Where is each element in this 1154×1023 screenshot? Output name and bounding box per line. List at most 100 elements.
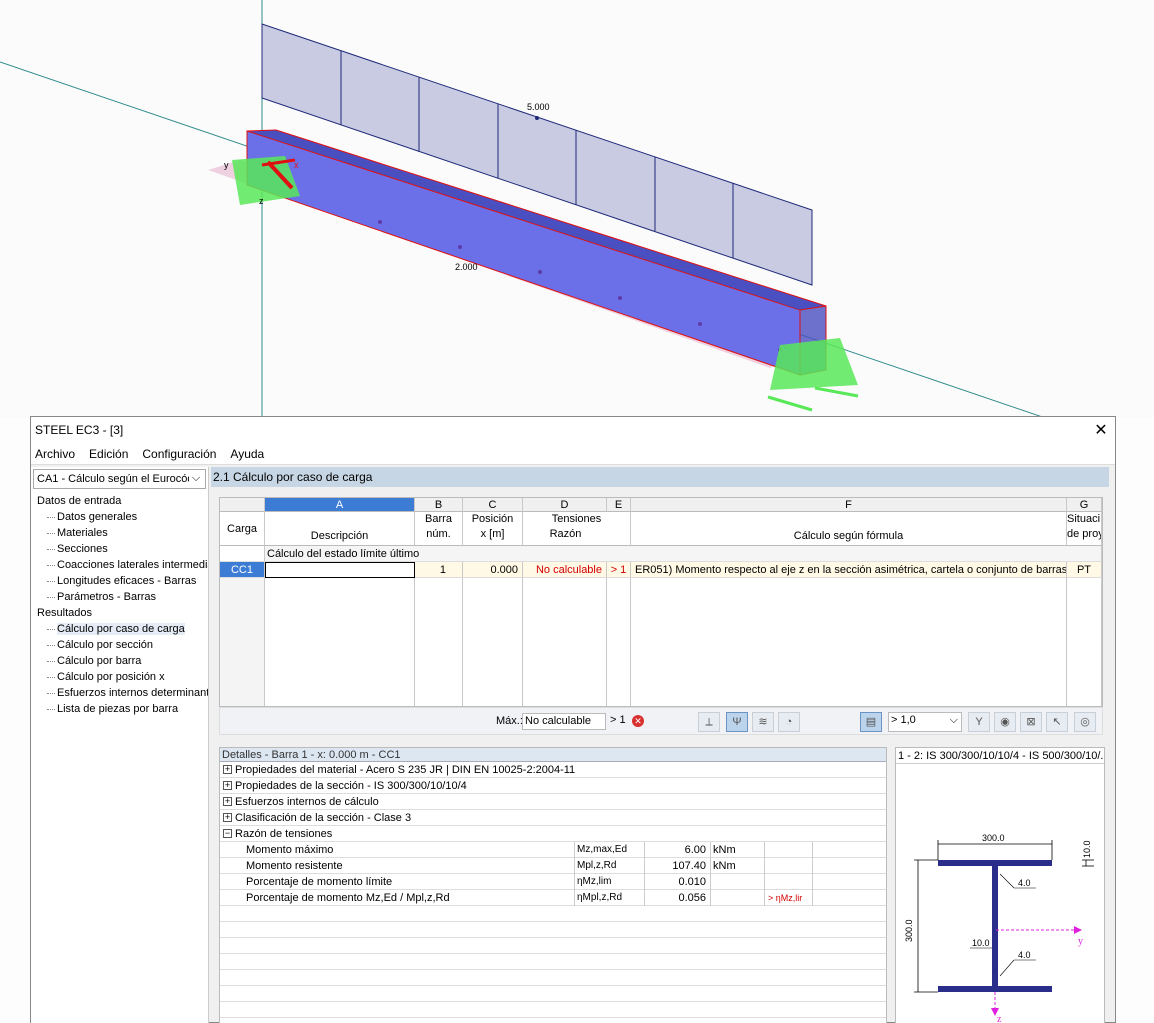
max-flag: > 1 [610, 714, 626, 726]
pointer-icon[interactable]: ↖ [1046, 712, 1068, 732]
expand-icon[interactable]: + [223, 781, 232, 790]
empty-area [265, 578, 415, 706]
row-e-flag[interactable]: > 1 [607, 562, 631, 578]
max-label: Máx.: [496, 715, 523, 727]
col-header-carga: Carga [220, 512, 265, 546]
filter-gt1-icon[interactable]: Y [968, 712, 990, 732]
details-empty-row [220, 938, 886, 954]
design-case-select[interactable]: CA1 - Cálculo según el Eurocódi ⌵ [33, 469, 206, 489]
window-title: STEEL EC3 - [3] [35, 423, 124, 437]
col-header-barra: Barra núm. [415, 512, 463, 546]
tree-item-caso-de-carga[interactable]: Cálculo por caso de carga [35, 621, 208, 637]
tree-item-coacciones[interactable]: Coacciones laterales intermedia [35, 557, 208, 573]
empty-area [631, 578, 1067, 706]
row-situacion[interactable]: PT [1067, 562, 1102, 578]
dim-web: 10.0 [972, 938, 990, 948]
tree-item-por-seccion[interactable]: Cálculo por sección [35, 637, 208, 653]
chart-icon[interactable]: ▤ [860, 712, 882, 732]
details-row: Momento resistente Mpl,z,Rd 107.40 kNm [220, 858, 886, 874]
member-icon[interactable]: ≋ [752, 712, 774, 732]
eye-icon[interactable]: ◎ [1074, 712, 1096, 732]
empty-area [1067, 578, 1102, 706]
details-group-material[interactable]: + Propiedades del material - Acero S 235 … [220, 762, 886, 778]
collapse-icon[interactable]: − [223, 829, 232, 838]
close-icon[interactable]: ✕ [1087, 420, 1115, 440]
expand-icon[interactable]: + [223, 797, 232, 806]
tree-item-datos-generales[interactable]: Datos generales [35, 509, 208, 525]
section-title: 2.1 Cálculo por caso de carga [211, 467, 1109, 487]
excel-export-icon[interactable]: ⊠ [1020, 712, 1042, 732]
menu-edicion[interactable]: Edición [89, 447, 128, 461]
tree-item-esfuerzos[interactable]: Esfuerzos internos determinant [35, 685, 208, 701]
dim-width-top: 300.0 [982, 833, 1005, 843]
details-empty-row [220, 1002, 886, 1018]
section-icon[interactable]: ⟂ [698, 712, 720, 732]
details-row: Porcentaje de momento límite ηMz,lim 0.0… [220, 874, 886, 890]
tree-item-secciones[interactable]: Secciones [35, 541, 208, 557]
content-panel: 2.1 Cálculo por caso de carga A B C D E … [211, 467, 1115, 1023]
col-letter-g[interactable]: G [1067, 498, 1102, 512]
row-barra[interactable]: 1 [415, 562, 463, 578]
tree-item-por-posicion[interactable]: Cálculo por posición x [35, 669, 208, 685]
chevron-down-icon: ⌵ [949, 714, 958, 726]
details-group-seccion[interactable]: + Propiedades de la sección - IS 300/300/… [220, 778, 886, 794]
tree-item-parametros[interactable]: Parámetros - Barras [35, 589, 208, 605]
section-axis-y: y [1078, 936, 1083, 947]
expand-icon[interactable]: + [223, 765, 232, 774]
details-group-esfuerzos[interactable]: + Esfuerzos internos de cálculo [220, 794, 886, 810]
error-icon: ✕ [632, 715, 644, 727]
3d-viewport[interactable]: 5.000 2.000 x y z [0, 0, 1154, 418]
load-value-bottom: 2.000 [455, 262, 478, 272]
col-letter-c[interactable]: C [463, 498, 523, 512]
max-value-field: No calculable [522, 713, 606, 730]
tree-item-longitudes[interactable]: Longitudes eficaces - Barras [35, 573, 208, 589]
col-header-tensiones: Tensiones Razón [523, 512, 631, 546]
empty-area [463, 578, 523, 706]
col-header-formula: Cálculo según fórmula [631, 512, 1067, 546]
details-row: Momento máximo Mz,max,Ed 6.00 kNm [220, 842, 886, 858]
col-letter-b[interactable]: B [415, 498, 463, 512]
details-empty-row [220, 954, 886, 970]
axis-x-label: x [294, 160, 299, 170]
empty-area [607, 578, 631, 706]
col-letter-d[interactable]: D [523, 498, 607, 512]
menu-ayuda[interactable]: Ayuda [230, 447, 264, 461]
chevron-down-icon[interactable]: ⌵ [189, 472, 203, 485]
menu-configuracion[interactable]: Configuración [142, 447, 216, 461]
empty-area [220, 578, 265, 706]
col-letter-e[interactable]: E [607, 498, 631, 512]
col-letter-blank [220, 498, 265, 512]
group-row-elu: Cálculo del estado límite último [265, 546, 1102, 562]
design-case-value: CA1 - Cálculo según el Eurocódi [37, 473, 196, 485]
group-row-spacer [220, 546, 265, 562]
menu-archivo[interactable]: Archivo [35, 447, 75, 461]
color-scale-icon[interactable]: ◉ [994, 712, 1016, 732]
results-table[interactable]: A B C D E F G Carga Descripción Barra núm… [219, 497, 1103, 707]
navigator-panel: CA1 - Cálculo según el Eurocódi ⌵ Datos … [31, 467, 209, 1023]
tree-item-lista-piezas[interactable]: Lista de piezas por barra [35, 701, 208, 717]
col-letter-a[interactable]: A [265, 498, 415, 512]
row-formula[interactable]: ER051) Momento respecto al eje z en la s… [631, 562, 1067, 578]
details-group-clasificacion[interactable]: + Clasificación de la sección - Clase 3 [220, 810, 886, 826]
filter-icon[interactable]: Ψ [726, 712, 748, 732]
filter-combo[interactable]: > 1,0 ⌵ [888, 712, 962, 732]
menu-bar: Archivo Edición Configuración Ayuda [31, 443, 1115, 465]
tree-item-por-barra[interactable]: Cálculo por barra [35, 653, 208, 669]
details-group-razon[interactable]: − Razón de tensiones [220, 826, 886, 842]
col-header-descripcion: Descripción [265, 512, 415, 546]
expand-icon[interactable]: + [223, 813, 232, 822]
row-posicion[interactable]: 0.000 [463, 562, 523, 578]
axis-z-label: z [259, 196, 264, 206]
empty-area [523, 578, 607, 706]
details-empty-row [220, 906, 886, 922]
row-razon[interactable]: No calculable [523, 562, 607, 578]
row-descripcion[interactable] [265, 562, 415, 578]
tree-item-materiales[interactable]: Materiales [35, 525, 208, 541]
tree-group-input[interactable]: Datos de entrada [35, 493, 208, 509]
view-icon[interactable]: ◔ [778, 712, 800, 732]
table-toolbar: Máx.: No calculable > 1 ✕ ⟂ Ψ ≋ ◔ ▤ > 1,… [219, 707, 1103, 735]
col-letter-f[interactable]: F [631, 498, 1067, 512]
dim-weld-top: 4.0 [1018, 878, 1031, 888]
row-carga[interactable]: CC1 [220, 562, 265, 578]
tree-group-results[interactable]: Resultados [35, 605, 208, 621]
